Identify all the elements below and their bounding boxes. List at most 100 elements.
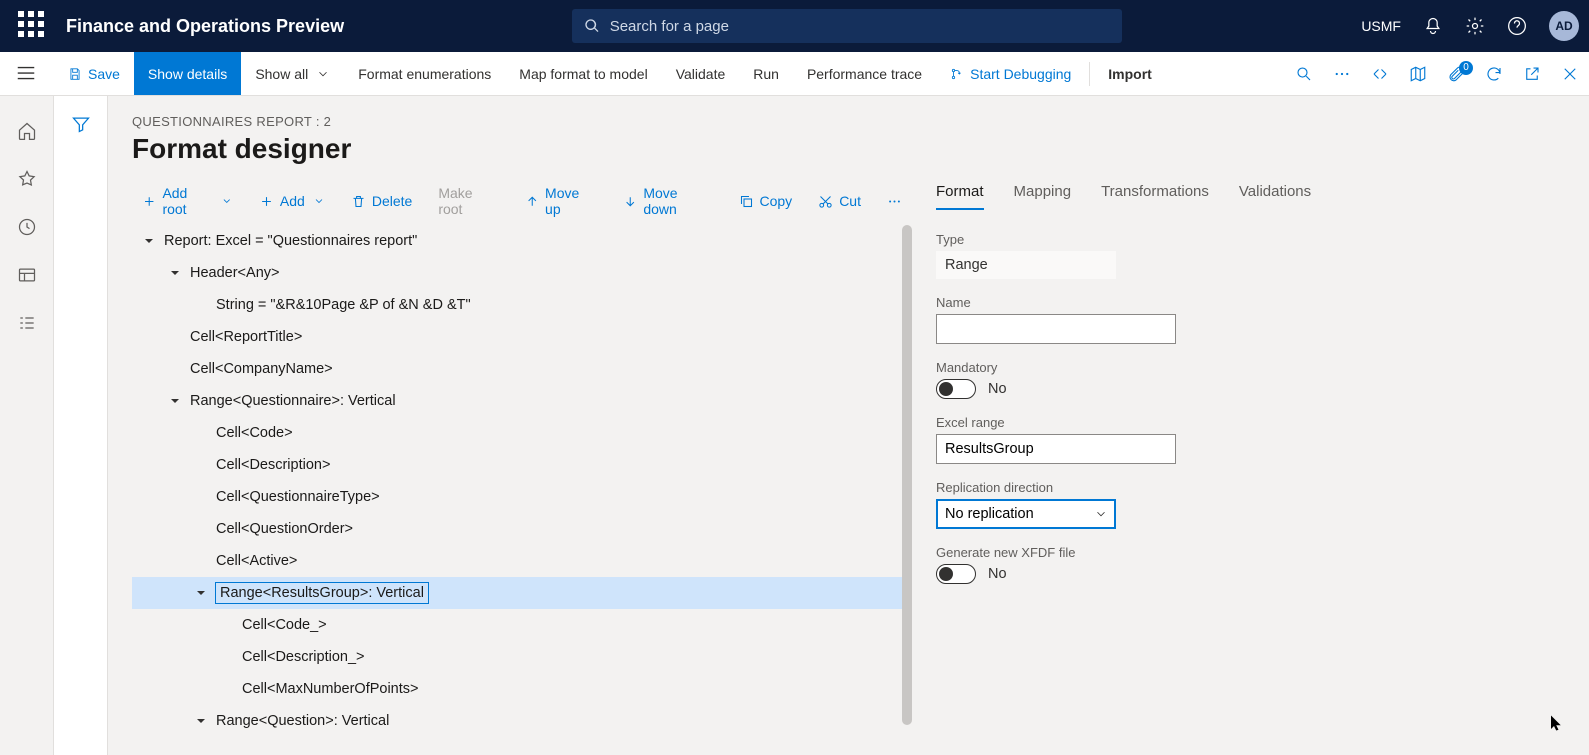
collapse-icon[interactable] xyxy=(170,266,184,280)
tree-node-label: Cell<Description> xyxy=(216,455,330,475)
tree-row[interactable]: Cell<QuestionnaireType> xyxy=(132,481,912,513)
validate-button[interactable]: Validate xyxy=(662,52,740,95)
excel-range-input[interactable] xyxy=(936,434,1176,464)
tab-validations[interactable]: Validations xyxy=(1239,183,1311,210)
tree-row[interactable]: Range<ResultsGroup>: Vertical xyxy=(132,577,912,609)
xfdf-label: Generate new XFDF file xyxy=(936,545,1186,560)
tree-row[interactable]: Cell<Code> xyxy=(132,417,912,449)
tree-row[interactable]: Cell<Description_> xyxy=(132,641,912,673)
show-details-label: Show details xyxy=(148,66,227,82)
command-bar: Save Show details Show all Format enumer… xyxy=(0,52,1589,96)
add-button[interactable]: Add xyxy=(249,185,335,217)
tree-row[interactable]: Cell<Description> xyxy=(132,449,912,481)
run-button[interactable]: Run xyxy=(739,52,793,95)
tree-row[interactable]: Range<Questionnaire>: Vertical xyxy=(132,385,912,417)
field-xfdf: Generate new XFDF file No xyxy=(936,545,1186,584)
avatar[interactable]: AD xyxy=(1549,11,1579,41)
search-input[interactable] xyxy=(610,18,1110,35)
global-search[interactable] xyxy=(572,9,1122,43)
notifications-icon[interactable] xyxy=(1423,16,1443,36)
tree-row[interactable]: Cell<Active> xyxy=(132,545,912,577)
collapse-icon[interactable] xyxy=(196,714,210,728)
start-debugging-button[interactable]: Start Debugging xyxy=(936,52,1085,95)
favorites-icon[interactable] xyxy=(14,166,40,192)
map-format-button[interactable]: Map format to model xyxy=(505,52,661,95)
tree-scroll: Report: Excel = "Questionnaires report"H… xyxy=(132,225,912,755)
chevron-down-icon xyxy=(221,195,233,207)
tree-row[interactable]: Cell<MaxNumberOfPoints> xyxy=(132,673,912,705)
tree-row[interactable]: Report: Excel = "Questionnaires report" xyxy=(132,225,912,257)
save-button[interactable]: Save xyxy=(54,52,134,95)
tree-node-label: Range<Questionnaire>: Vertical xyxy=(190,391,396,411)
save-label: Save xyxy=(88,66,120,82)
tree-row[interactable]: Cell<ReportTitle> xyxy=(132,321,912,353)
tree-node-label: Cell<Description_> xyxy=(242,647,365,667)
tree-row[interactable]: Range<Question>: Vertical xyxy=(132,705,912,737)
gear-icon[interactable] xyxy=(1465,16,1485,36)
import-button[interactable]: Import xyxy=(1094,52,1166,95)
tree-panel: Add root Add Delete Make root Mov xyxy=(132,183,912,755)
attachments-badge: 0 xyxy=(1459,61,1473,75)
name-input[interactable] xyxy=(936,314,1176,344)
tree-row[interactable]: Cell<CompanyName> xyxy=(132,353,912,385)
move-down-button[interactable]: Move down xyxy=(613,185,723,217)
filter-pane-toggle[interactable] xyxy=(54,96,108,755)
replication-select[interactable]: No replication xyxy=(936,499,1116,529)
workspaces-icon[interactable] xyxy=(14,262,40,288)
tab-mapping[interactable]: Mapping xyxy=(1014,183,1072,210)
chevron-down-icon xyxy=(316,67,330,81)
tree-row[interactable]: String = "&R&10Page &P of &N &D &T" xyxy=(132,289,912,321)
collapse-icon[interactable] xyxy=(170,394,184,408)
performance-trace-button[interactable]: Performance trace xyxy=(793,52,936,95)
show-all-label: Show all xyxy=(255,66,308,82)
make-root-button: Make root xyxy=(428,185,508,217)
tree-row[interactable]: Cell<QuestionOrder> xyxy=(132,513,912,545)
refresh-button[interactable] xyxy=(1475,65,1513,83)
home-icon[interactable] xyxy=(14,118,40,144)
format-enumerations-button[interactable]: Format enumerations xyxy=(344,52,505,95)
top-bar: Finance and Operations Preview USMF AD xyxy=(0,0,1589,52)
tree-scrollbar-thumb[interactable] xyxy=(902,225,912,725)
tree-row[interactable]: Header<Any> xyxy=(132,257,912,289)
find-button[interactable] xyxy=(1285,65,1323,83)
add-root-button[interactable]: Add root xyxy=(132,185,243,217)
move-up-button[interactable]: Move up xyxy=(515,185,607,217)
recent-icon[interactable] xyxy=(14,214,40,240)
tree-node-label: String = "&R&10Page &P of &N &D &T" xyxy=(216,295,471,315)
nav-toggle-icon[interactable] xyxy=(15,62,39,86)
format-form: Type Range Name Mandatory No Excel range xyxy=(936,232,1186,584)
popout-button[interactable] xyxy=(1513,65,1551,83)
show-all-button[interactable]: Show all xyxy=(241,52,344,95)
cut-button[interactable]: Cut xyxy=(808,185,871,217)
collapse-icon[interactable] xyxy=(144,234,158,248)
mandatory-value: No xyxy=(988,381,1007,397)
close-button[interactable] xyxy=(1551,65,1589,83)
copy-button[interactable]: Copy xyxy=(729,185,803,217)
tree-node-label: Cell<Code_> xyxy=(242,615,327,635)
top-right-controls: USMF AD xyxy=(1361,11,1579,41)
collapse-icon[interactable] xyxy=(196,586,210,600)
attachments-button[interactable]: 0 xyxy=(1437,65,1475,83)
type-label: Type xyxy=(936,232,1186,247)
tree-overflow-button[interactable] xyxy=(877,185,912,217)
excel-range-label: Excel range xyxy=(936,415,1186,430)
xfdf-toggle[interactable] xyxy=(936,564,976,584)
mandatory-toggle[interactable] xyxy=(936,379,976,399)
help-icon[interactable] xyxy=(1507,16,1527,36)
modules-icon[interactable] xyxy=(14,310,40,336)
tree-scrollbar[interactable] xyxy=(902,225,912,725)
app-launcher-icon[interactable] xyxy=(18,11,48,41)
page-title: Format designer xyxy=(132,133,1565,165)
tree-node-label: Cell<Code> xyxy=(216,423,293,443)
format-tree[interactable]: Report: Excel = "Questionnaires report"H… xyxy=(132,225,912,737)
company-code[interactable]: USMF xyxy=(1361,18,1401,34)
tab-transformations[interactable]: Transformations xyxy=(1101,183,1209,210)
delete-button[interactable]: Delete xyxy=(341,185,422,217)
overflow-button[interactable] xyxy=(1323,65,1361,83)
show-details-button[interactable]: Show details xyxy=(134,52,241,95)
tab-format[interactable]: Format xyxy=(936,183,984,210)
tree-node-label: Range<ResultsGroup>: Vertical xyxy=(216,583,428,603)
tree-row[interactable]: Cell<Code_> xyxy=(132,609,912,641)
map-icon[interactable] xyxy=(1399,65,1437,83)
connector-icon[interactable] xyxy=(1361,65,1399,83)
